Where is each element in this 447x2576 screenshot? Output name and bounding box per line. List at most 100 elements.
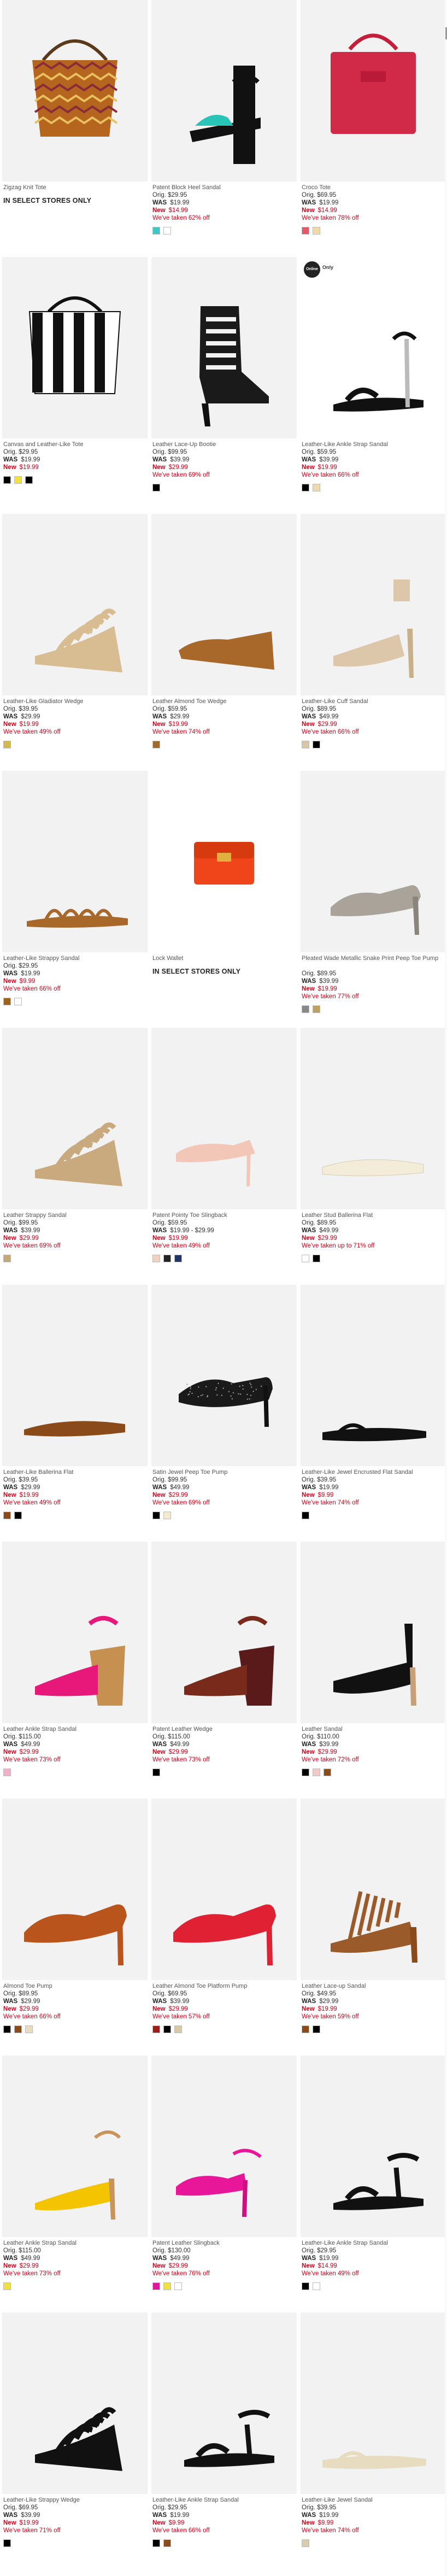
product-name[interactable]: Leather-Like Ankle Strap Sandal [302, 2239, 445, 2247]
product-card[interactable]: Leather-Like Jewel Sandal Orig. $39.95 WAS… [301, 2312, 446, 2569]
product-name[interactable]: Leather-Like Strappy Sandal [3, 955, 146, 962]
scrollbar-track[interactable] [445, 0, 447, 2576]
product-name[interactable]: Leather-Like Ankle Strap Sandal [152, 2496, 296, 2504]
product-image[interactable] [151, 1285, 297, 1466]
product-image[interactable] [151, 1542, 297, 1723]
color-swatch[interactable] [163, 1255, 171, 1262]
color-swatch[interactable] [152, 1769, 160, 1776]
product-name[interactable]: Leather-Like Ballerina Flat [3, 1468, 146, 1476]
product-name[interactable]: Lock Wallet [152, 955, 296, 962]
product-card[interactable]: Leather-Like Cuff Sandal Orig. $89.95 WAS $… [301, 514, 446, 771]
product-name[interactable]: Zigzag Knit Tote [3, 184, 146, 191]
product-card[interactable]: Patent Pointy Toe Slingback Orig. $59.95 W… [151, 1028, 297, 1285]
color-swatch[interactable] [313, 484, 320, 491]
product-card[interactable]: Leather-Like Strappy Wedge Orig. $69.95 WA… [2, 2312, 148, 2569]
product-card[interactable]: Almond Toe Pump Orig. $89.95 WAS $29.99 New $… [2, 1799, 148, 2056]
product-image[interactable] [2, 2312, 148, 2494]
product-card[interactable]: Leather-Like Ballerina Flat Orig. $39.95 W… [2, 1285, 148, 1542]
product-image[interactable] [301, 514, 446, 695]
color-swatch[interactable] [302, 1512, 309, 1519]
color-swatch[interactable] [302, 741, 309, 748]
product-name[interactable]: Pleated Wade Metallic Snake Print Peep T… [302, 955, 445, 970]
color-swatch[interactable] [163, 2282, 171, 2290]
color-swatch[interactable] [313, 1769, 320, 1776]
color-swatch[interactable] [14, 1512, 22, 1519]
color-swatch[interactable] [302, 2282, 309, 2290]
product-name[interactable]: Leather-Like Jewel Sandal [302, 2496, 445, 2504]
product-card[interactable]: Satin Jewel Peep Toe Pump Orig. $99.95 WAS… [151, 1285, 297, 1542]
product-name[interactable]: Croco Tote [302, 184, 445, 191]
color-swatch[interactable] [25, 2025, 33, 2033]
product-name[interactable]: Leather Sandal [302, 1725, 445, 1733]
color-swatch[interactable] [3, 2539, 11, 2547]
product-name[interactable]: Leather-Like Gladiator Wedge [3, 698, 146, 705]
color-swatch[interactable] [25, 476, 33, 484]
product-card[interactable]: Canvas and Leather-Like Tote Orig. $29.95… [2, 257, 148, 514]
color-swatch[interactable] [3, 1255, 11, 1262]
product-name[interactable]: Leather Almond Toe Platform Pump [152, 1982, 296, 1990]
product-card[interactable]: Leather-Like Ankle Strap Sandal Orig. $29… [151, 2312, 297, 2569]
color-swatch[interactable] [313, 227, 320, 235]
product-image[interactable] [2, 1285, 148, 1466]
color-swatch[interactable] [152, 741, 160, 748]
product-image[interactable] [2, 2056, 148, 2237]
color-swatch[interactable] [174, 1255, 182, 1262]
product-name[interactable]: Patent Block Heel Sandal [152, 184, 296, 191]
product-card[interactable]: Leather-Like Ankle Strap Sandal Orig. $29… [301, 2056, 446, 2312]
product-image[interactable] [151, 771, 297, 952]
product-image[interactable] [2, 1028, 148, 1209]
color-swatch[interactable] [163, 227, 171, 235]
color-swatch[interactable] [163, 2025, 171, 2033]
product-image[interactable] [151, 2312, 297, 2494]
color-swatch[interactable] [3, 2025, 11, 2033]
product-card[interactable]: Leather Lace-Up Bootie Orig. $99.95 WAS $39… [151, 257, 297, 514]
product-image[interactable] [301, 2312, 446, 2494]
color-swatch[interactable] [14, 998, 22, 1005]
product-name[interactable]: Leather-Like Strappy Wedge [3, 2496, 146, 2504]
color-swatch[interactable] [152, 484, 160, 491]
color-swatch[interactable] [3, 1512, 11, 1519]
product-card[interactable]: Leather Ankle Strap Sandal Orig. $115.00 W… [2, 2056, 148, 2312]
product-name[interactable]: Leather-Like Jewel Encrusted Flat Sandal [302, 1468, 445, 1476]
product-image[interactable] [2, 514, 148, 695]
color-swatch[interactable] [313, 1005, 320, 1013]
color-swatch[interactable] [152, 1512, 160, 1519]
product-card[interactable]: Lock Wallet IN SELECT STORES ONLY [151, 771, 297, 1028]
color-swatch[interactable] [3, 741, 11, 748]
product-name[interactable]: Leather-Like Cuff Sandal [302, 698, 445, 705]
product-card[interactable]: Leather Stud Ballerina Flat Orig. $89.95 W… [301, 1028, 446, 1285]
product-name[interactable]: Leather Stud Ballerina Flat [302, 1211, 445, 1219]
product-image[interactable] [301, 1028, 446, 1209]
product-name[interactable]: Leather Lace-up Sandal [302, 1982, 445, 1990]
product-card[interactable]: Online Only Leather-Like Ankle Strap Sanda… [301, 257, 446, 514]
product-image[interactable] [151, 2056, 297, 2237]
color-swatch[interactable] [152, 2282, 160, 2290]
color-swatch[interactable] [14, 2025, 22, 2033]
product-image[interactable] [301, 2056, 446, 2237]
product-name[interactable]: Patent Pointy Toe Slingback [152, 1211, 296, 1219]
product-image[interactable] [2, 1542, 148, 1723]
color-swatch[interactable] [313, 1255, 320, 1262]
product-card[interactable]: Leather-Like Jewel Encrusted Flat Sandal… [301, 1285, 446, 1542]
product-image[interactable] [151, 0, 297, 182]
color-swatch[interactable] [152, 227, 160, 235]
color-swatch[interactable] [163, 2539, 171, 2547]
color-swatch[interactable] [302, 227, 309, 235]
color-swatch[interactable] [302, 2025, 309, 2033]
color-swatch[interactable] [163, 1512, 171, 1519]
product-name[interactable]: Satin Jewel Peep Toe Pump [152, 1468, 296, 1476]
product-card[interactable]: Leather-Like Strappy Sandal Orig. $29.95 W… [2, 771, 148, 1028]
color-swatch[interactable] [14, 476, 22, 484]
color-swatch[interactable] [302, 1769, 309, 1776]
product-image[interactable] [301, 1799, 446, 1980]
color-swatch[interactable] [313, 2025, 320, 2033]
product-image[interactable] [2, 1799, 148, 1980]
color-swatch[interactable] [313, 741, 320, 748]
product-image[interactable] [151, 514, 297, 695]
color-swatch[interactable] [3, 476, 11, 484]
color-swatch[interactable] [313, 2282, 320, 2290]
product-image[interactable] [2, 257, 148, 438]
product-card[interactable]: Leather Almond Toe Wedge Orig. $59.95 WAS $… [151, 514, 297, 771]
product-image[interactable] [2, 771, 148, 952]
product-image[interactable] [151, 1799, 297, 1980]
